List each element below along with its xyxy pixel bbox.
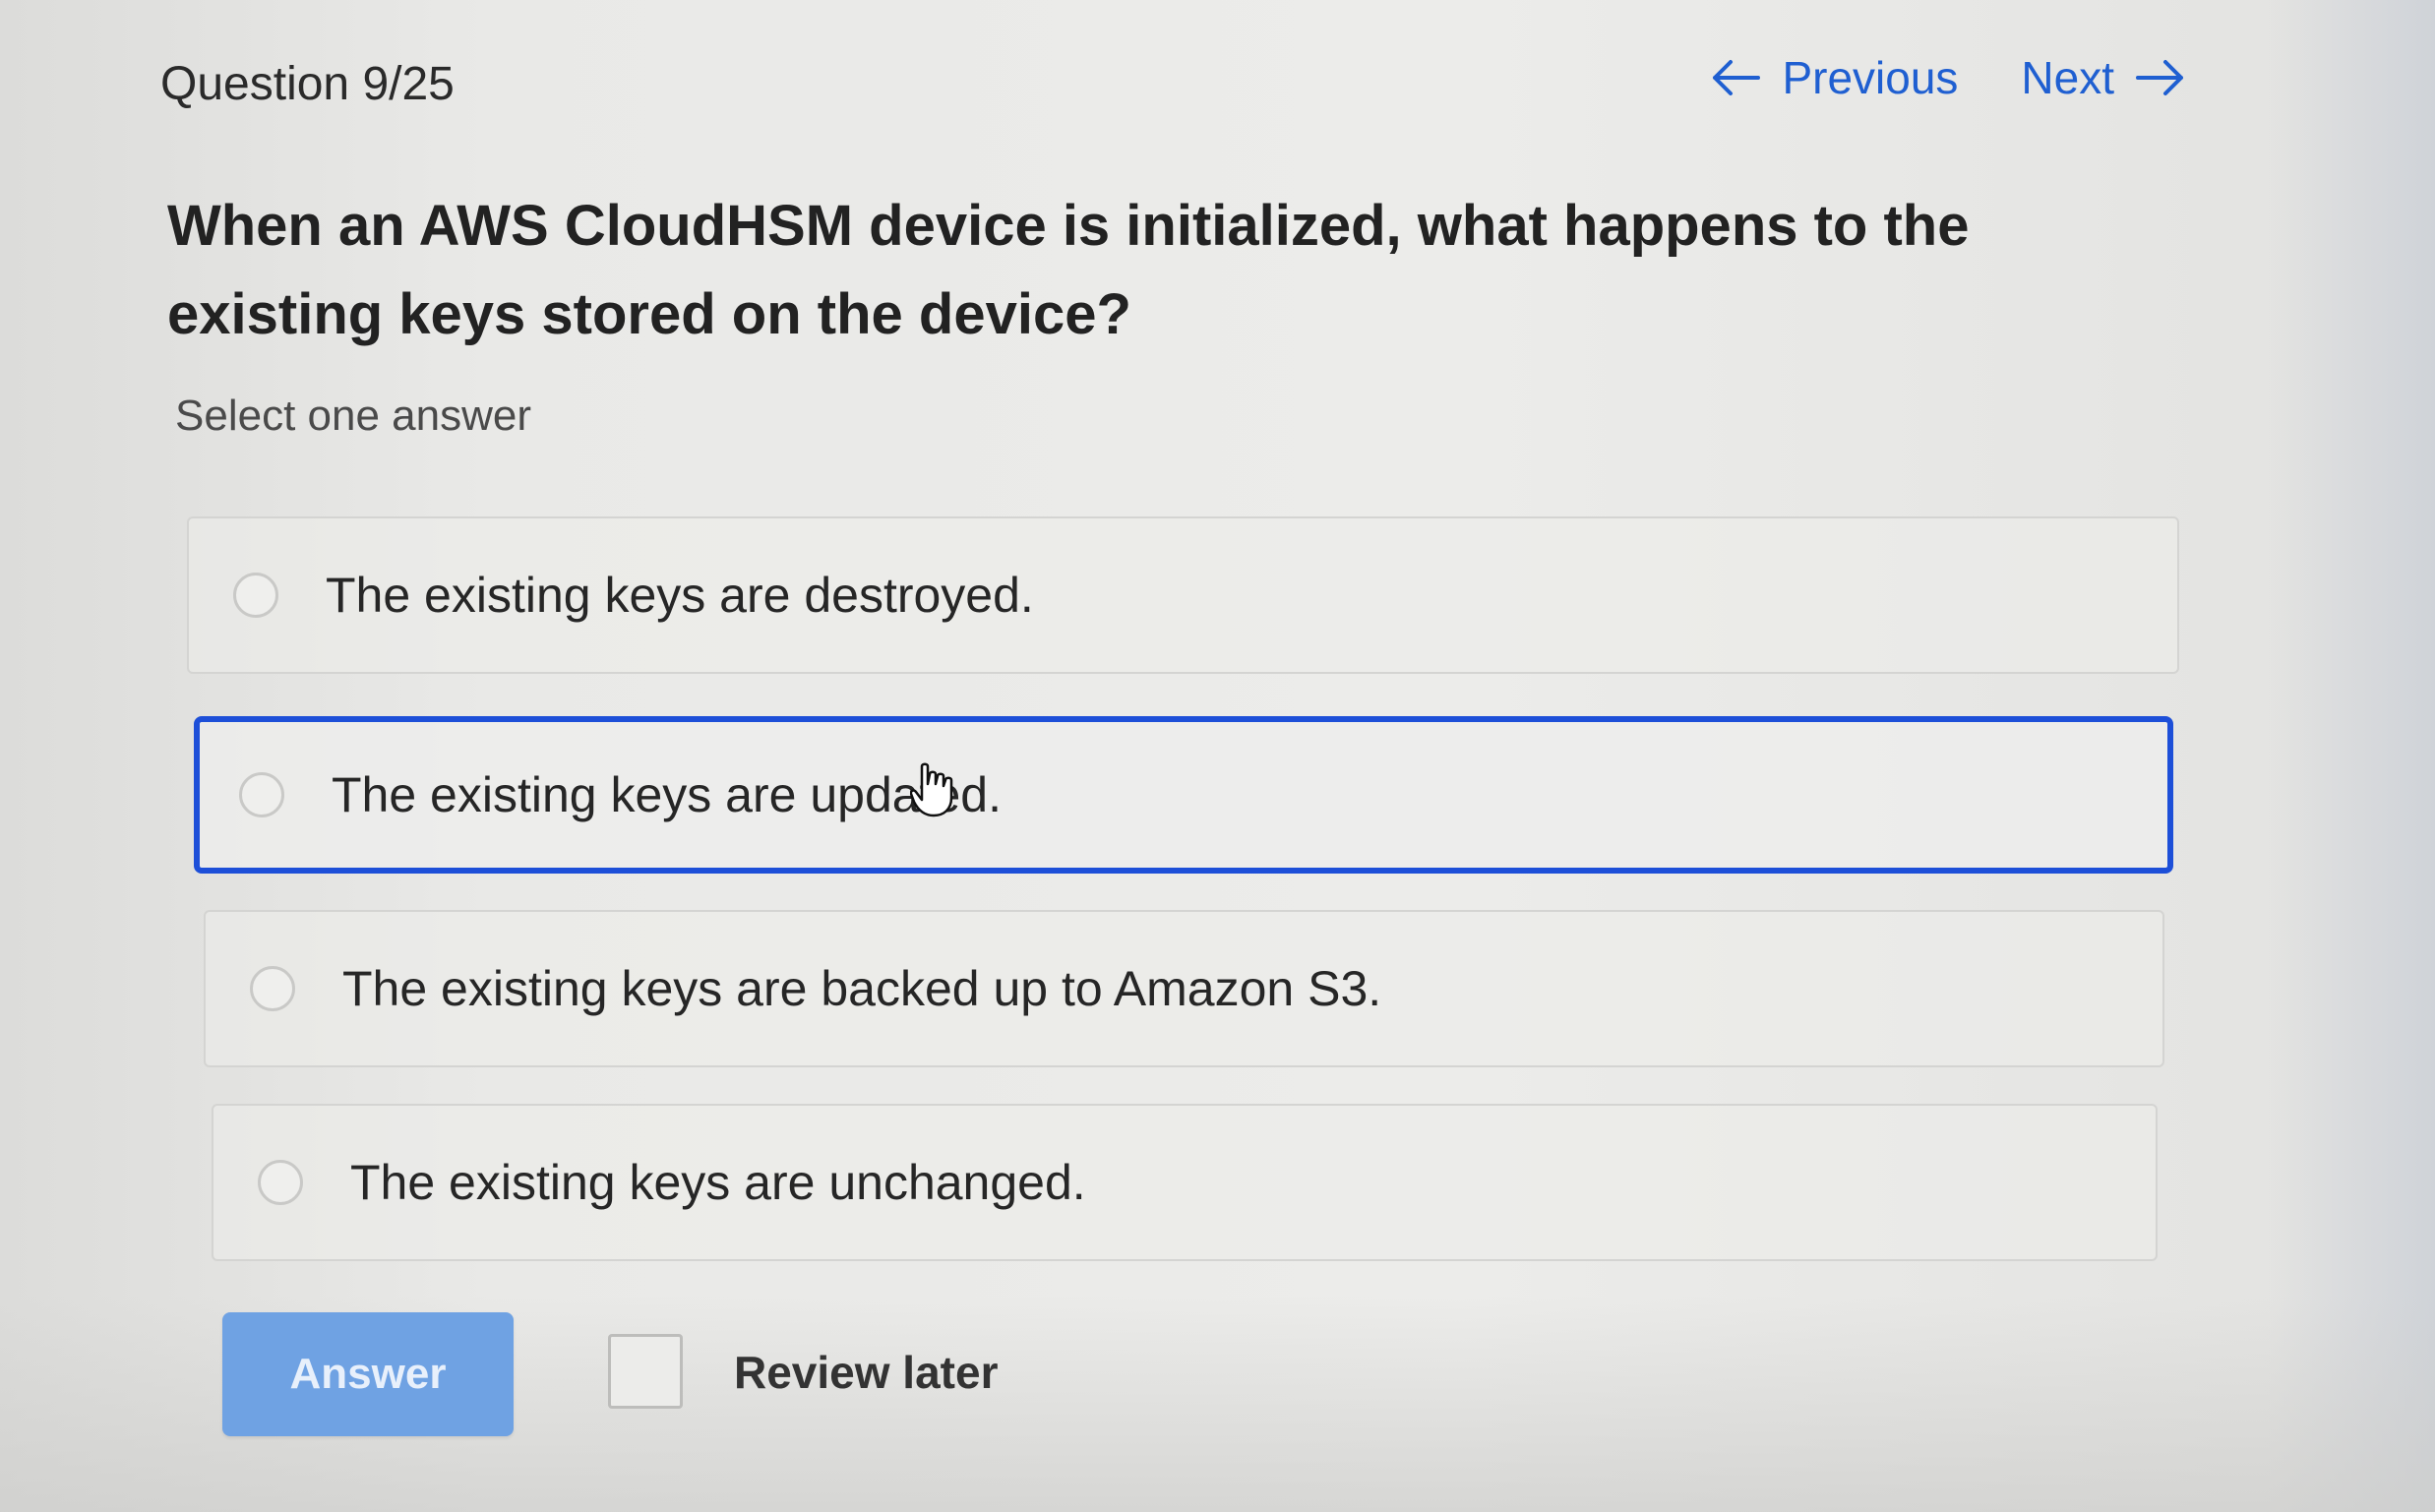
arrow-right-icon [2136, 58, 2187, 97]
question-text: When an AWS CloudHSM device is initializ… [167, 194, 1970, 346]
question-navigation: Previous Next [1709, 51, 2187, 104]
option-label: The existing keys are destroyed. [326, 568, 1034, 623]
answer-option-2[interactable]: The existing keys are updated. [194, 716, 2173, 874]
review-later-label: Review later [734, 1347, 999, 1398]
option-label: The existing keys are updated. [332, 767, 1002, 822]
previous-label: Previous [1782, 52, 1959, 103]
next-label: Next [2021, 52, 2114, 103]
arrow-left-icon [1709, 58, 1761, 97]
answer-option-4[interactable]: The existing keys are unchanged. [212, 1104, 2158, 1261]
next-button[interactable]: Next [2021, 51, 2187, 104]
radio-button[interactable] [239, 772, 284, 817]
review-later-checkbox[interactable] [608, 1334, 683, 1409]
hand-pointer-cursor-icon [909, 762, 953, 817]
option-label: The existing keys are backed up to Amazo… [342, 961, 1382, 1016]
screen-edge-glare [2268, 0, 2435, 1512]
radio-button[interactable] [258, 1160, 303, 1205]
option-label: The existing keys are unchanged. [350, 1155, 1086, 1210]
previous-button[interactable]: Previous [1709, 51, 1958, 104]
answer-button[interactable]: Answer [222, 1312, 514, 1436]
question-counter: Question 9/25 [160, 58, 455, 110]
answer-option-3[interactable]: The existing keys are backed up to Amazo… [204, 910, 2164, 1067]
answer-instruction: Select one answer [175, 392, 531, 440]
answer-option-1[interactable]: The existing keys are destroyed. [187, 516, 2179, 674]
question-header: Question 9/25 Previous Next [160, 51, 2187, 120]
radio-button[interactable] [233, 573, 278, 618]
radio-button[interactable] [250, 966, 295, 1011]
